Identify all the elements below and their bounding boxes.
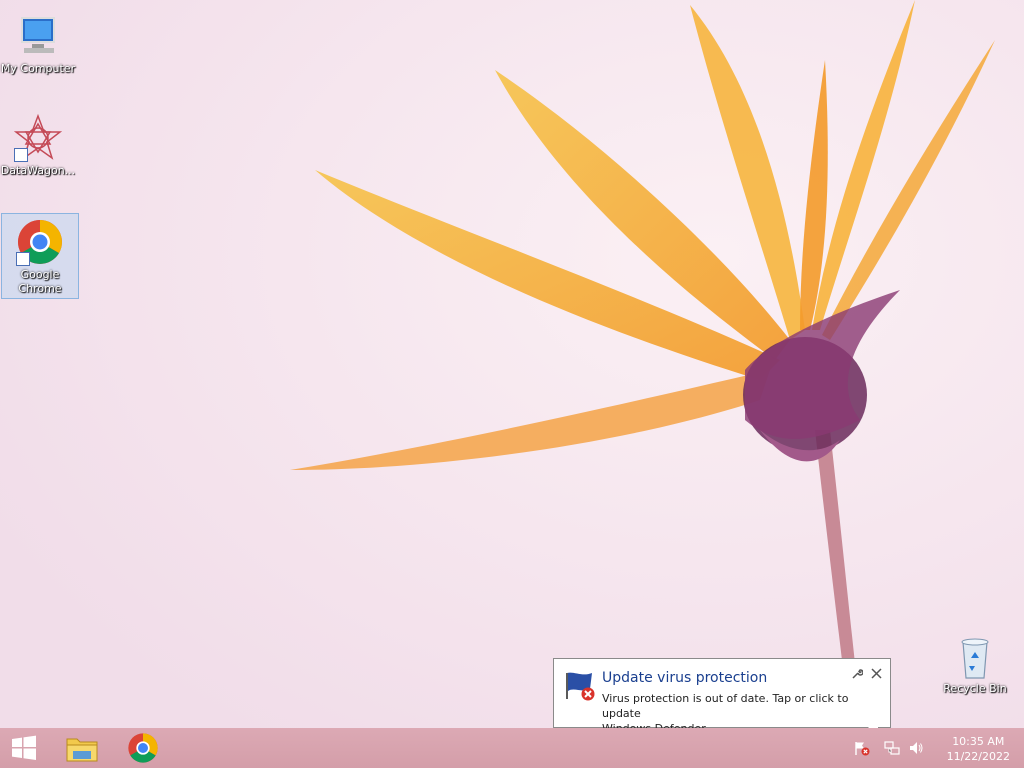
recycle-bin-label: Recycle Bin bbox=[943, 682, 1007, 695]
flower-wallpaper bbox=[0, 0, 1024, 728]
close-icon[interactable] bbox=[871, 668, 882, 683]
chrome-icon bbox=[16, 218, 64, 266]
virus-protection-notification[interactable]: Update virus protection Virus protection… bbox=[553, 658, 891, 737]
action-center-flag-warning-icon[interactable] bbox=[854, 740, 870, 756]
shortcut-arrow-icon bbox=[14, 148, 28, 162]
computer-icon bbox=[14, 12, 62, 60]
google-chrome-label-line1: Google bbox=[20, 268, 60, 281]
chrome-taskbar-button[interactable] bbox=[121, 732, 165, 764]
taskbar-clock[interactable]: 10:35 AM 11/22/2022 bbox=[947, 734, 1010, 764]
start-button[interactable] bbox=[2, 732, 46, 764]
datawagon-star-icon bbox=[13, 113, 63, 162]
my-computer-label: My Computer bbox=[0, 62, 76, 75]
file-explorer-taskbar-button[interactable] bbox=[60, 732, 104, 764]
google-chrome-label-line2: Chrome bbox=[18, 282, 62, 295]
system-tray: 10:35 AM 11/22/2022 bbox=[854, 728, 1024, 768]
chrome-icon bbox=[128, 733, 158, 763]
clock-time: 10:35 AM bbox=[952, 735, 1005, 748]
google-chrome-desktop-icon[interactable]: Google Chrome bbox=[1, 213, 79, 299]
windows-logo-icon bbox=[12, 735, 36, 760]
clock-date: 11/22/2022 bbox=[946, 750, 1010, 763]
recycle-bin-icon bbox=[951, 632, 999, 680]
taskbar: 10:35 AM 11/22/2022 bbox=[0, 728, 1024, 768]
folder-icon bbox=[66, 738, 98, 762]
recycle-bin-desktop-icon[interactable]: Recycle Bin bbox=[937, 628, 1013, 696]
volume-icon[interactable] bbox=[908, 740, 924, 756]
my-computer-desktop-icon[interactable]: My Computer bbox=[0, 8, 76, 76]
notification-title: Update virus protection bbox=[602, 670, 768, 686]
desktop: My Computer DataWagon... Google Chrome R… bbox=[0, 0, 1024, 728]
network-icon[interactable] bbox=[884, 740, 900, 756]
windows-defender-warning-icon bbox=[564, 669, 596, 701]
notification-message-line1: Virus protection is out of date. Tap or … bbox=[602, 692, 849, 720]
settings-wrench-icon[interactable] bbox=[851, 668, 864, 683]
shortcut-arrow-icon bbox=[16, 252, 30, 266]
datawagon-desktop-icon[interactable]: DataWagon... bbox=[0, 110, 76, 178]
datawagon-label: DataWagon... bbox=[0, 164, 76, 177]
